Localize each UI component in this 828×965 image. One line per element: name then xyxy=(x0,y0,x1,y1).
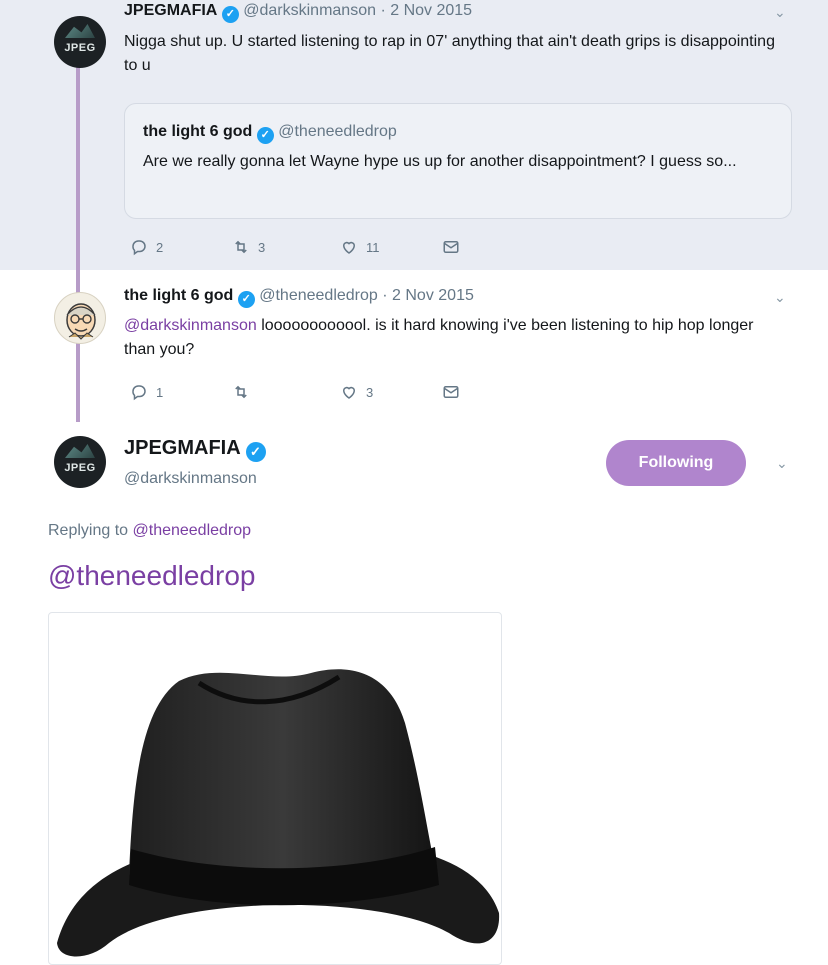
message-button[interactable] xyxy=(442,238,460,256)
retweet-button[interactable] xyxy=(232,383,250,401)
avatar-logo-text: JPEG xyxy=(64,462,96,474)
avatar[interactable]: JPEG xyxy=(54,16,106,68)
like-button[interactable]: 3 xyxy=(340,383,373,401)
retweet-button[interactable]: 3 xyxy=(232,238,265,256)
chevron-down-icon[interactable]: ⌄ xyxy=(776,455,788,472)
quoted-tweet[interactable]: the light 6 god ✓ @theneedledrop Are we … xyxy=(124,103,792,219)
following-button[interactable]: Following xyxy=(606,440,746,486)
quote-author-handle: @theneedledrop xyxy=(278,123,397,140)
author-handle[interactable]: @darkskinmanson xyxy=(124,470,257,488)
verified-badge-icon: ✓ xyxy=(237,291,255,308)
replying-to-label: Replying to @theneedledrop xyxy=(48,522,251,540)
replying-to-link[interactable]: @theneedledrop xyxy=(133,522,252,539)
replying-prefix: Replying to xyxy=(48,522,133,539)
jpeg-logo-icon xyxy=(65,444,95,458)
verified-badge-icon: ✓ xyxy=(256,127,274,144)
envelope-icon xyxy=(443,386,459,398)
reply-icon xyxy=(132,240,146,256)
retweet-count: 3 xyxy=(258,239,266,255)
tweet-date[interactable]: · 2 Nov 2015 xyxy=(380,2,472,19)
reply-count: 2 xyxy=(156,239,164,255)
like-button[interactable]: 11 xyxy=(340,238,380,256)
author-handle[interactable]: @theneedledrop xyxy=(259,287,378,304)
author-name[interactable]: the light 6 god xyxy=(124,287,233,304)
author-name-text: JPEGMAFIA xyxy=(124,437,240,459)
verified-badge-icon: ✓ xyxy=(245,442,266,462)
tweet-actions: 2 3 11 xyxy=(130,238,530,262)
avatar-logo-text: JPEG xyxy=(64,42,96,54)
reply-button[interactable]: 1 xyxy=(130,383,163,401)
cartoon-face-icon xyxy=(66,303,96,340)
tweet-header: the light 6 god ✓ @theneedledrop · 2 Nov… xyxy=(124,287,474,308)
fedora-hat-image xyxy=(57,669,500,957)
tweet-header: JPEGMAFIA ✓ @darkskinmanson · 2 Nov 2015 xyxy=(124,2,472,23)
thread-connector-line xyxy=(76,66,80,422)
main-tweet-text[interactable]: @theneedledrop xyxy=(48,560,255,592)
jpeg-logo-icon xyxy=(65,24,95,38)
author-name[interactable]: JPEGMAFIA xyxy=(124,2,217,19)
tweet-text: @darkskinmanson loooooooooool. is it har… xyxy=(124,314,784,362)
avatar[interactable] xyxy=(54,292,106,344)
author-name[interactable]: JPEGMAFIA ✓ xyxy=(124,437,266,462)
like-count: 3 xyxy=(366,384,374,400)
tweet-actions: 1 3 xyxy=(130,383,530,407)
reply-count: 1 xyxy=(156,384,164,400)
tweet-media[interactable] xyxy=(48,612,502,965)
reply-icon xyxy=(132,385,146,401)
tweet-text: Nigga shut up. U started listening to ra… xyxy=(124,33,775,74)
envelope-icon xyxy=(443,241,459,253)
avatar[interactable]: JPEG xyxy=(54,436,106,488)
chevron-down-icon[interactable]: ⌄ xyxy=(774,289,786,306)
reply-button[interactable]: 2 xyxy=(130,238,163,256)
retweet-icon xyxy=(235,240,247,254)
quote-header: the light 6 god ✓ @theneedledrop xyxy=(143,123,397,144)
quote-text: Are we really gonna let Wayne hype us up… xyxy=(143,153,737,170)
message-button[interactable] xyxy=(442,383,460,401)
chevron-down-icon[interactable]: ⌄ xyxy=(774,4,786,21)
tweet-date[interactable]: · 2 Nov 2015 xyxy=(382,287,474,304)
heart-icon xyxy=(342,241,356,254)
author-handle[interactable]: @darkskinmanson xyxy=(243,2,376,19)
verified-badge-icon: ✓ xyxy=(221,6,239,23)
like-count: 11 xyxy=(366,239,380,255)
heart-icon xyxy=(342,386,356,399)
mention-link[interactable]: @darkskinmanson xyxy=(124,317,257,334)
quote-author-name: the light 6 god xyxy=(143,123,253,140)
retweet-icon xyxy=(235,385,247,399)
